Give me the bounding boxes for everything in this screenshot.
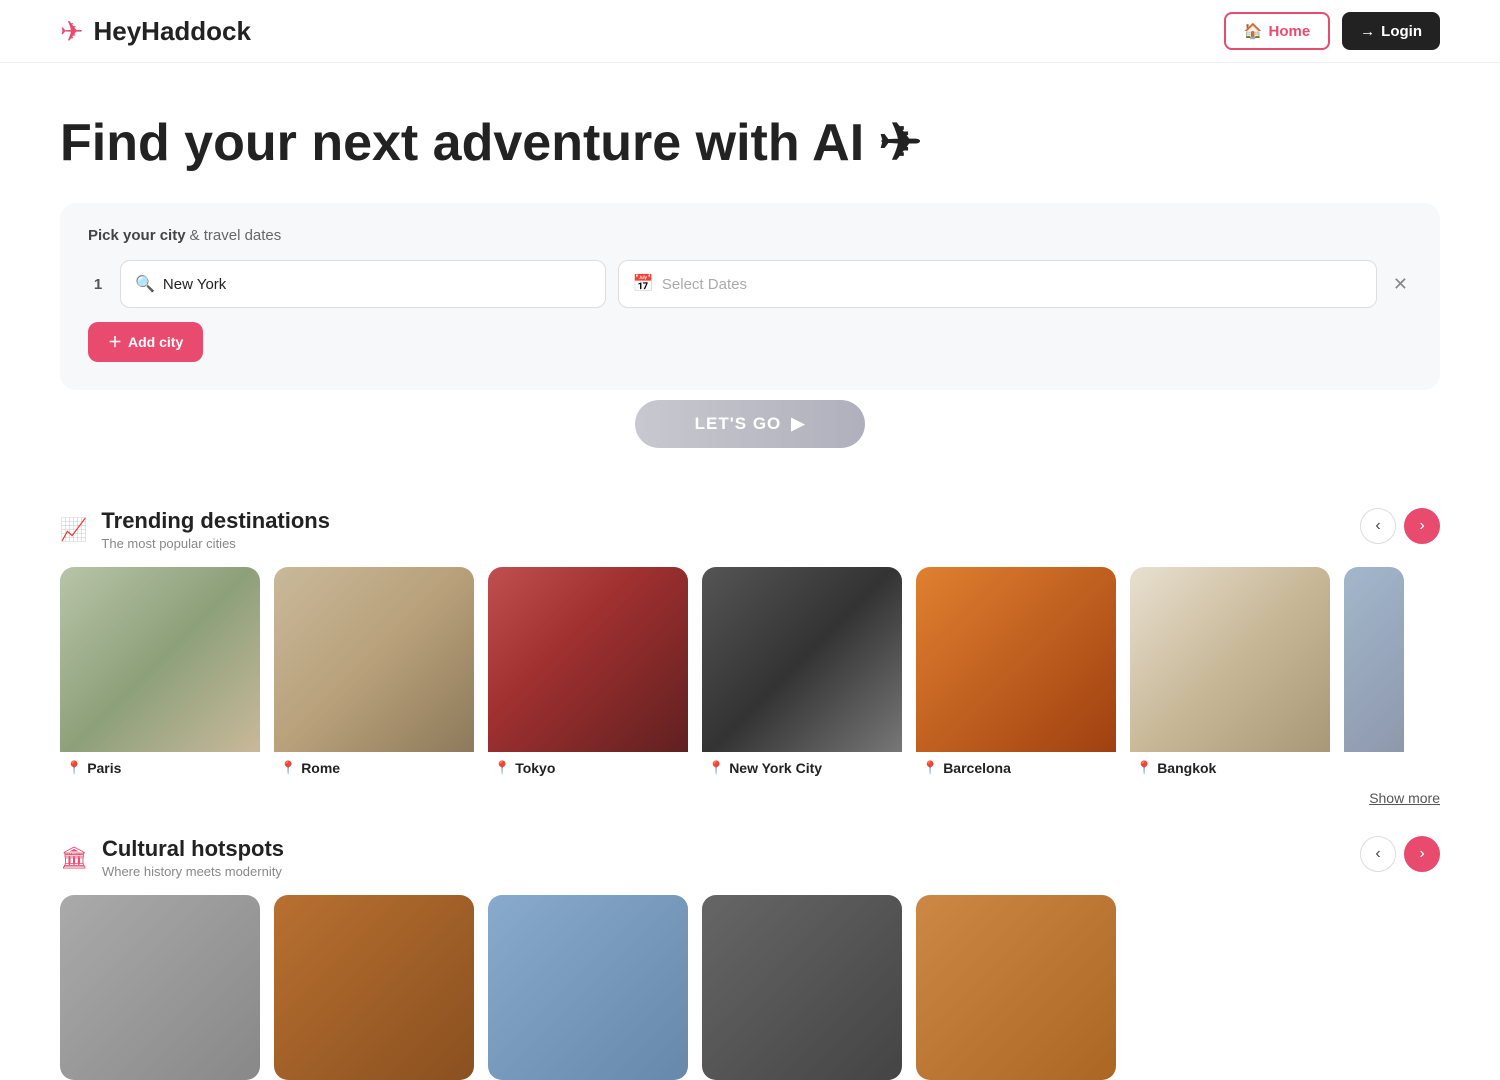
nav-actions: 🏠 Home → Login — [1224, 12, 1440, 50]
city-card-tokyo-label: 📍 Tokyo — [488, 752, 688, 780]
city-card-nyc-img — [702, 567, 902, 752]
city-card-barcelona-label: 📍 Barcelona — [916, 752, 1116, 780]
search-label: Pick your city & travel dates — [88, 227, 1412, 244]
cultural-card-1[interactable] — [60, 895, 260, 1080]
search-icon: 🔍 — [135, 274, 155, 294]
trending-subtitle: The most popular cities — [101, 536, 330, 551]
plus-icon: ＋ — [108, 332, 122, 352]
search-label-bold: Pick your city — [88, 227, 186, 244]
cultural-card-3-img — [488, 895, 688, 1080]
pin-icon: 📍 — [1136, 760, 1152, 776]
search-box: Pick your city & travel dates 1 🔍 📅 Sele… — [60, 203, 1440, 390]
calendar-icon: 📅 — [633, 274, 654, 294]
cultural-card-3[interactable] — [488, 895, 688, 1080]
bangkok-name: Bangkok — [1157, 760, 1216, 776]
trending-next-button[interactable]: › — [1404, 508, 1440, 544]
date-placeholder-text: Select Dates — [662, 276, 747, 293]
search-label-light: & travel dates — [190, 227, 282, 244]
city-card-nyc-label: 📍 New York City — [702, 752, 902, 780]
paris-name: Paris — [87, 760, 121, 776]
nyc-name: New York City — [729, 760, 822, 776]
cultural-cards-row — [60, 895, 1440, 1080]
cultural-card-4-img — [702, 895, 902, 1080]
arrow-icon: ▶ — [791, 414, 805, 434]
home-icon: 🏠 — [1244, 22, 1263, 40]
city-card-barcelona[interactable]: 📍 Barcelona — [916, 567, 1116, 780]
city-card-nyc[interactable]: 📍 New York City — [702, 567, 902, 780]
add-city-label: Add city — [128, 334, 183, 350]
city-input-wrap: 🔍 — [120, 260, 606, 308]
cultural-next-button[interactable]: › — [1404, 836, 1440, 872]
cultural-title-group: Cultural hotspots Where history meets mo… — [102, 836, 284, 879]
home-button[interactable]: 🏠 Home — [1224, 12, 1330, 50]
login-button[interactable]: → Login — [1342, 12, 1440, 50]
add-city-button[interactable]: ＋ Add city — [88, 322, 203, 362]
city-number: 1 — [88, 276, 108, 293]
navbar: ✈ HeyHaddock 🏠 Home → Login — [0, 0, 1500, 63]
logo-icon: ✈ — [60, 15, 83, 48]
show-more-link[interactable]: Show more — [1369, 790, 1440, 806]
city-card-bangkok-label: 📍 Bangkok — [1130, 752, 1330, 780]
clear-button[interactable]: ✕ — [1389, 270, 1412, 299]
city-input[interactable] — [163, 276, 591, 293]
city-card-tokyo-img — [488, 567, 688, 752]
cultural-icon: 🏛 — [60, 845, 88, 871]
home-label: Home — [1268, 23, 1310, 40]
lets-go-label: LET'S GO — [695, 414, 782, 434]
city-card-tokyo[interactable]: 📍 Tokyo — [488, 567, 688, 780]
hero-title: Find your next adventure with AI ✈ — [60, 113, 1440, 173]
cultural-card-2[interactable] — [274, 895, 474, 1080]
city-card-rome-label: 📍 Rome — [274, 752, 474, 780]
city-card-bangkok-img — [1130, 567, 1330, 752]
pin-icon: 📍 — [66, 760, 82, 776]
trending-header: 📈 Trending destinations The most popular… — [60, 508, 1440, 551]
pin-icon: 📍 — [708, 760, 724, 776]
cultural-header: 🏛 Cultural hotspots Where history meets … — [60, 836, 1440, 879]
cultural-title-wrap: 🏛 Cultural hotspots Where history meets … — [60, 836, 284, 879]
logo-text: HeyHaddock — [93, 16, 251, 47]
tokyo-name: Tokyo — [515, 760, 555, 776]
trending-cards-row: 📍 Paris 📍 Rome 📍 Tokyo 📍 New Yor — [60, 567, 1440, 780]
pin-icon: 📍 — [280, 760, 296, 776]
hero-section: Find your next adventure with AI ✈ Pick … — [0, 63, 1500, 478]
trending-icon: 📈 — [60, 517, 87, 543]
city-card-rome-img — [274, 567, 474, 752]
logo: ✈ HeyHaddock — [60, 15, 251, 48]
trending-title-group: Trending destinations The most popular c… — [101, 508, 330, 551]
city-card-paris-label: 📍 Paris — [60, 752, 260, 780]
cultural-section: 🏛 Cultural hotspots Where history meets … — [0, 806, 1500, 1080]
trending-title: Trending destinations — [101, 508, 330, 534]
cultural-card-1-img — [60, 895, 260, 1080]
city-card-paris-img — [60, 567, 260, 752]
pin-icon: 📍 — [922, 760, 938, 776]
city-card-extra-img — [1344, 567, 1404, 752]
trending-section: 📈 Trending destinations The most popular… — [0, 478, 1500, 780]
city-card-barcelona-img — [916, 567, 1116, 752]
login-label: Login — [1381, 23, 1422, 40]
show-more-wrap: Show more — [0, 780, 1500, 806]
trending-prev-button[interactable]: ‹ — [1360, 508, 1396, 544]
lets-go-button[interactable]: LET'S GO ▶ — [635, 400, 866, 448]
city-card-extra[interactable] — [1344, 567, 1404, 780]
city-card-bangkok[interactable]: 📍 Bangkok — [1130, 567, 1330, 780]
cultural-prev-button[interactable]: ‹ — [1360, 836, 1396, 872]
search-row: 1 🔍 📅 Select Dates ✕ — [88, 260, 1412, 308]
trending-nav: ‹ › — [1360, 508, 1440, 544]
pin-icon: 📍 — [494, 760, 510, 776]
barcelona-name: Barcelona — [943, 760, 1011, 776]
cultural-card-5-img — [916, 895, 1116, 1080]
city-card-paris[interactable]: 📍 Paris — [60, 567, 260, 780]
cultural-card-2-img — [274, 895, 474, 1080]
cultural-title: Cultural hotspots — [102, 836, 284, 862]
rome-name: Rome — [301, 760, 340, 776]
cultural-nav: ‹ › — [1360, 836, 1440, 872]
city-card-rome[interactable]: 📍 Rome — [274, 567, 474, 780]
date-input-wrap[interactable]: 📅 Select Dates — [618, 260, 1377, 308]
cultural-subtitle: Where history meets modernity — [102, 864, 284, 879]
trending-title-wrap: 📈 Trending destinations The most popular… — [60, 508, 330, 551]
lets-go-section: LET'S GO ▶ — [60, 400, 1440, 448]
login-icon: → — [1360, 23, 1375, 40]
cultural-card-5[interactable] — [916, 895, 1116, 1080]
cultural-card-4[interactable] — [702, 895, 902, 1080]
